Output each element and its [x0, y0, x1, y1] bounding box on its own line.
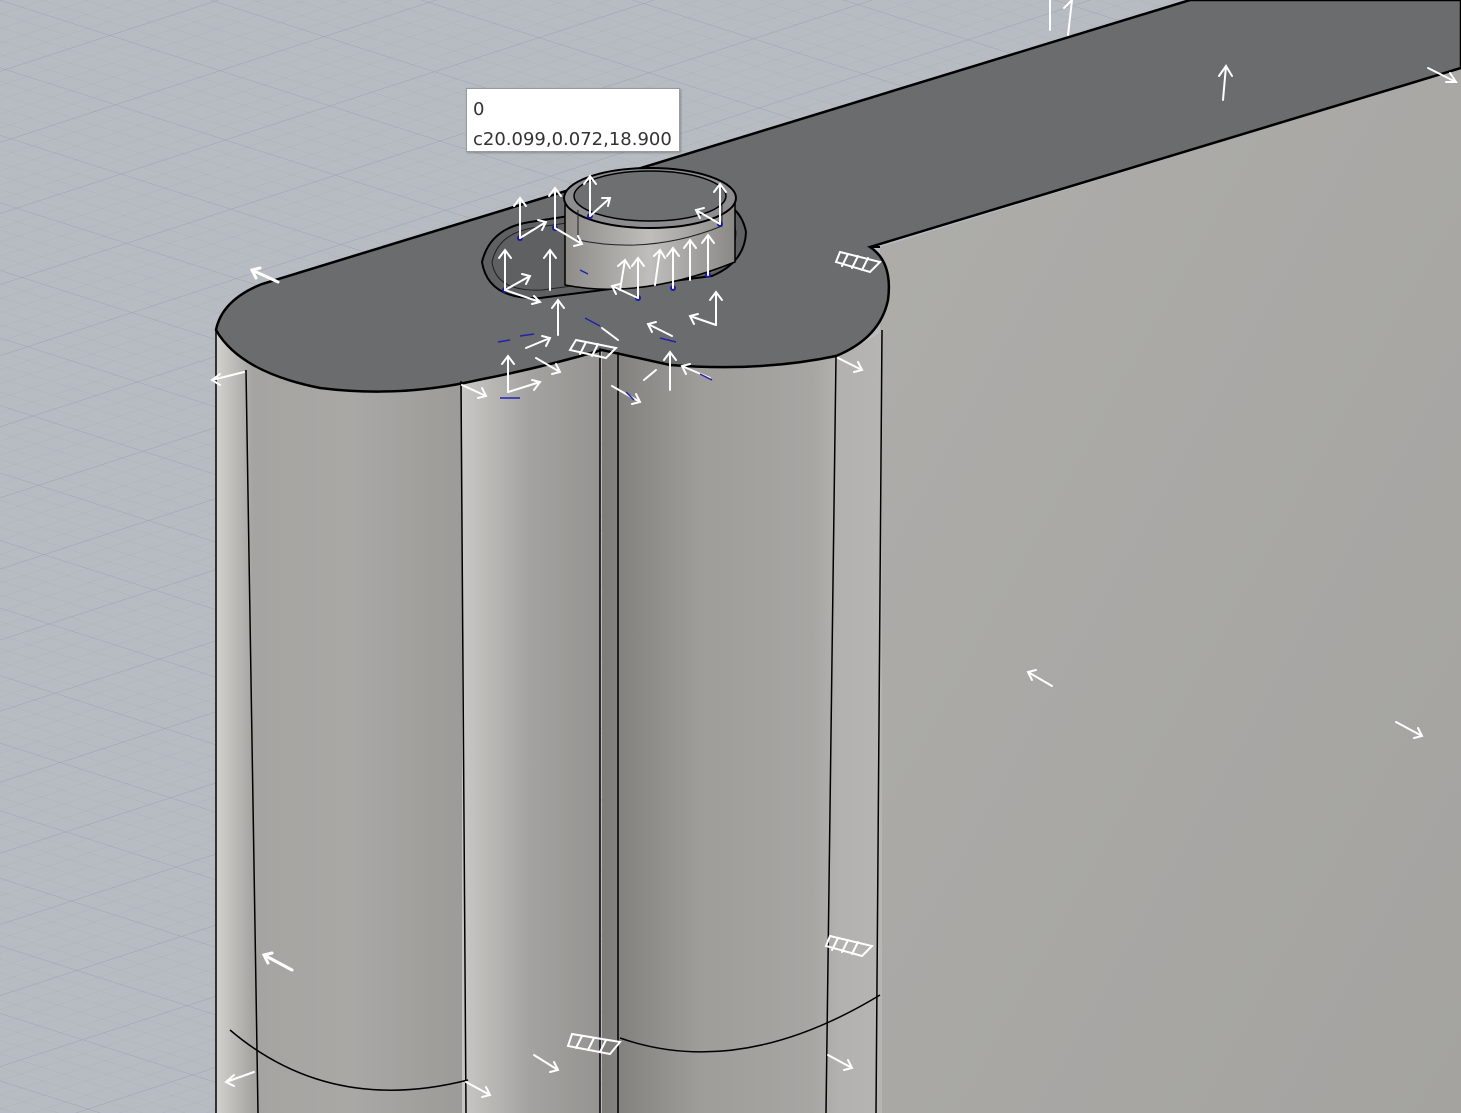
hinge-knuckle-gap[interactable] [462, 345, 600, 1113]
tooltip-line-1: 0 [473, 99, 485, 120]
coordinate-tooltip: 0 c20.099,0.072,18.900 [466, 88, 680, 152]
perspective-viewport[interactable]: 0 c20.099,0.072,18.900 [0, 0, 1461, 1113]
tooltip-line-2: c20.099,0.072,18.900 [473, 129, 672, 150]
hinge-knuckle-right[interactable] [602, 330, 882, 1113]
viewport-canvas[interactable] [0, 0, 1461, 1113]
hinge-knuckle-left[interactable] [216, 330, 462, 1113]
plate-face[interactable] [880, 68, 1461, 1113]
